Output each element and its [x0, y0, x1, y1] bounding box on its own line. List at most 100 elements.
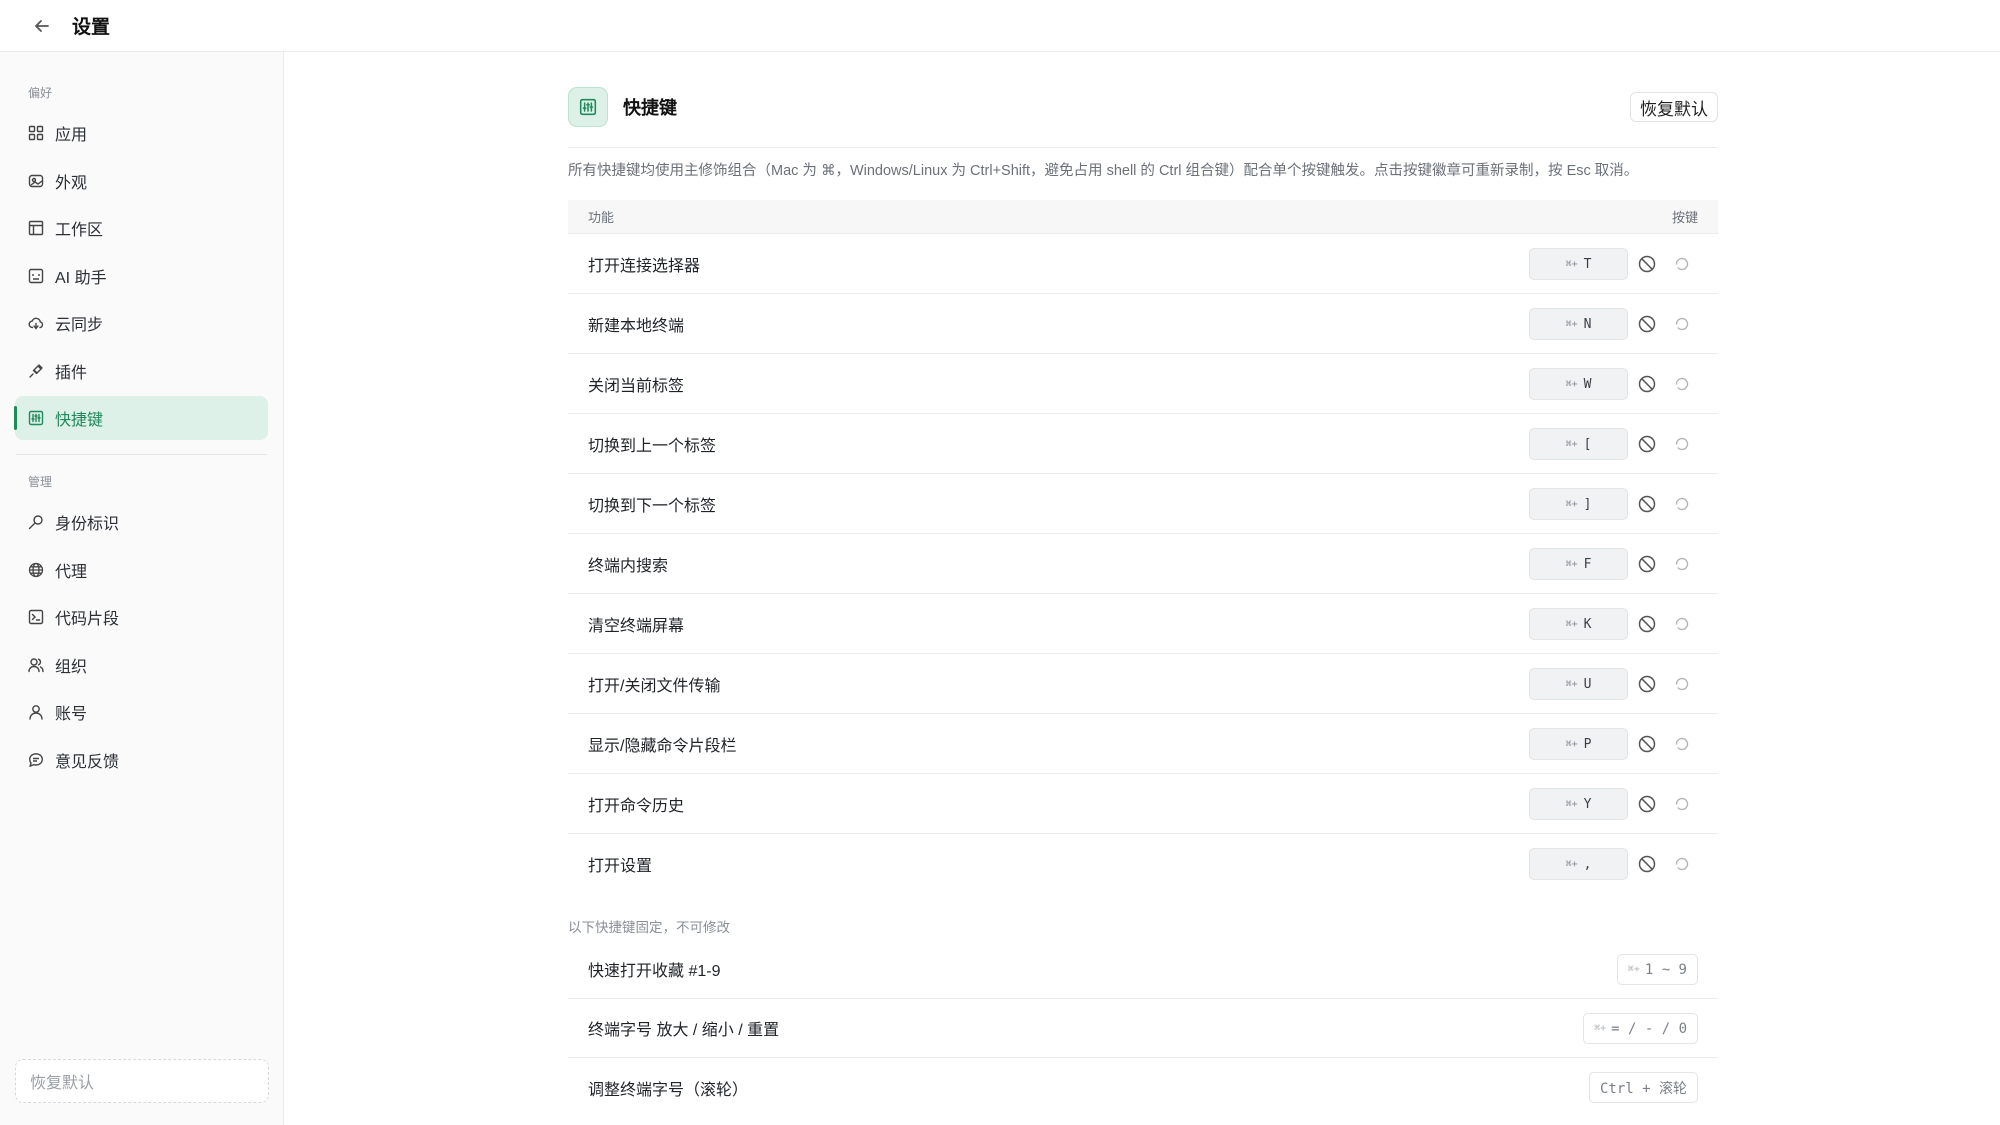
reset-icon[interactable] [1673, 375, 1691, 393]
disable-icon[interactable] [1637, 314, 1657, 334]
column-header-keys: 按键 [1671, 210, 1698, 225]
key-badge[interactable]: ⌘+ [ [1529, 428, 1628, 460]
arrow-left-icon [35, 19, 49, 32]
sidebar-item-label: 意见反馈 [55, 753, 120, 771]
key-label: Ctrl + 滚轮 [1599, 1080, 1687, 1097]
shortcut-list: 打开连接选择器 ⌘+ T 新建本地终端 ⌘+ N 关闭当前标签 ⌘+ W 切换到上一个标签 ⌘+[ 切… [568, 234, 1718, 894]
key-label: = / - / 0 [1611, 1020, 1687, 1037]
disable-icon[interactable] [1637, 434, 1657, 454]
chat-icon [28, 752, 44, 768]
plug-icon [28, 363, 44, 379]
shortcut-label: 新建本地终端 [588, 317, 685, 335]
disable-icon[interactable] [1637, 254, 1657, 274]
reset-icon[interactable] [1673, 555, 1691, 573]
sidebar-item-app[interactable]: 应用 [15, 111, 268, 155]
main-panel: 快捷键 恢复默认 所有快捷键均使用主修饰组合（Mac 为 ⌘，Windows/L… [284, 52, 2000, 1125]
sidebar-item-workspace[interactable]: 工作区 [15, 206, 268, 250]
sidebar-item-ai-assistant[interactable]: AI 助手 [15, 254, 268, 298]
key-label: P [1583, 736, 1592, 752]
sidebar-group-label-management: 管理 [28, 475, 53, 489]
sidebar-item-label: 外观 [55, 174, 88, 192]
palette-icon [28, 173, 44, 189]
key-badge[interactable]: ⌘+, [1529, 848, 1628, 880]
key-badge[interactable]: ⌘+ U [1529, 668, 1628, 700]
sidebar-item-identities[interactable]: 身份标识 [15, 500, 268, 544]
sidebar-reset-button[interactable]: 恢复默认 [15, 1059, 269, 1103]
sidebar-item-feedback[interactable]: 意见反馈 [15, 738, 268, 782]
fixed-shortcuts-note: 以下快捷键固定，不可修改 [568, 920, 730, 935]
modifier-label: ⌘+ [1565, 258, 1578, 270]
sidebar-item-proxy[interactable]: 代理 [15, 548, 268, 592]
reset-icon[interactable] [1673, 495, 1691, 513]
disable-icon[interactable] [1637, 494, 1657, 514]
fixed-shortcut-label: 快速打开收藏 #1-9 [588, 963, 721, 980]
table-row: 打开命令历史 ⌘+ Y [568, 774, 1718, 834]
shortcut-label: 切换到上一个标签 [588, 437, 717, 455]
shortcut-label: 打开设置 [588, 858, 653, 875]
key-label: K [1583, 616, 1592, 632]
sidebar-item-cloud-sync[interactable]: 云同步 [15, 301, 268, 345]
back-button[interactable] [26, 10, 58, 42]
table-row: 显示/隐藏命令片段栏 ⌘+ P [568, 714, 1718, 774]
key-badge[interactable]: ⌘+ N [1529, 308, 1628, 340]
key-label: T [1583, 256, 1592, 272]
sidebar: 偏好 应用 外观 工作区 AI 助手 云同步 插件 快捷键 管理 身份标识 代理… [0, 52, 284, 1125]
disable-icon[interactable] [1637, 614, 1657, 634]
key-label: U [1583, 676, 1592, 692]
shortcut-label: 关闭当前标签 [588, 377, 685, 395]
sidebar-item-label: 账号 [55, 706, 88, 723]
disable-icon[interactable] [1637, 734, 1657, 754]
shortcut-label: 显示/隐藏命令片段栏 [588, 737, 737, 755]
disable-icon[interactable] [1637, 674, 1657, 694]
reset-defaults-button[interactable]: 恢复默认 [1630, 92, 1718, 122]
sidebar-item-label: AI 助手 [55, 269, 107, 287]
sidebar-item-plugins[interactable]: 插件 [15, 349, 268, 393]
table-row: 打开/关闭文件传输 ⌘+ U [568, 654, 1718, 714]
sidebar-item-appearance[interactable]: 外观 [15, 159, 268, 203]
fixed-shortcut-label: 调整终端字号（滚轮） [588, 1081, 749, 1099]
reset-icon[interactable] [1673, 675, 1691, 693]
users-icon [28, 657, 44, 673]
reset-icon[interactable] [1673, 315, 1691, 333]
reset-icon[interactable] [1673, 855, 1691, 873]
sidebar-item-account[interactable]: 账号 [15, 690, 268, 734]
modifier-label: ⌘+ [1565, 438, 1578, 450]
shortcut-label: 终端内搜索 [588, 557, 669, 575]
top-bar: 设置 [0, 0, 2000, 52]
modifier-label: ⌘+ [1627, 964, 1640, 975]
sidebar-item-label: 云同步 [55, 317, 104, 334]
key-badge[interactable]: ⌘+ K [1529, 608, 1628, 640]
key-badge[interactable]: ⌘+ Y [1529, 788, 1628, 820]
modifier-label: ⌘+ [1594, 1023, 1607, 1034]
key-badge[interactable]: ⌘+ F [1529, 548, 1628, 580]
disable-icon[interactable] [1637, 794, 1657, 814]
modifier-label: ⌘+ [1565, 498, 1578, 510]
table-row: 打开设置 ⌘+, [568, 834, 1718, 894]
layout-icon [28, 220, 44, 236]
reset-icon[interactable] [1673, 255, 1691, 273]
table-row: 切换到下一个标签 ⌘+] [568, 474, 1718, 534]
shortcuts-section: 快捷键 恢复默认 所有快捷键均使用主修饰组合（Mac 为 ⌘，Windows/L… [568, 52, 1718, 1117]
disable-icon[interactable] [1637, 374, 1657, 394]
section-title: 快捷键 [623, 97, 677, 118]
sidebar-item-label: 应用 [55, 127, 88, 144]
key-badge[interactable]: ⌘+ T [1529, 248, 1628, 280]
sidebar-item-label: 快捷键 [55, 412, 104, 429]
reset-icon[interactable] [1673, 735, 1691, 753]
sidebar-item-organization[interactable]: 组织 [15, 643, 268, 687]
modifier-label: ⌘+ [1565, 798, 1578, 810]
disable-icon[interactable] [1637, 554, 1657, 574]
reset-icon[interactable] [1673, 795, 1691, 813]
reset-icon[interactable] [1673, 435, 1691, 453]
sidebar-item-shortcuts[interactable]: 快捷键 [14, 396, 268, 440]
key-badge[interactable]: ⌘+] [1529, 488, 1628, 520]
key-badge[interactable]: ⌘+ P [1529, 728, 1628, 760]
modifier-label: ⌘+ [1565, 558, 1578, 570]
disable-icon[interactable] [1637, 854, 1657, 874]
sidebar-item-snippets[interactable]: 代码片段 [15, 595, 268, 639]
sidebar-item-label: 工作区 [55, 222, 104, 239]
user-icon [28, 704, 44, 720]
reset-icon[interactable] [1673, 615, 1691, 633]
key-badge[interactable]: ⌘+ W [1529, 368, 1628, 400]
shortcut-label: 打开连接选择器 [588, 257, 701, 275]
